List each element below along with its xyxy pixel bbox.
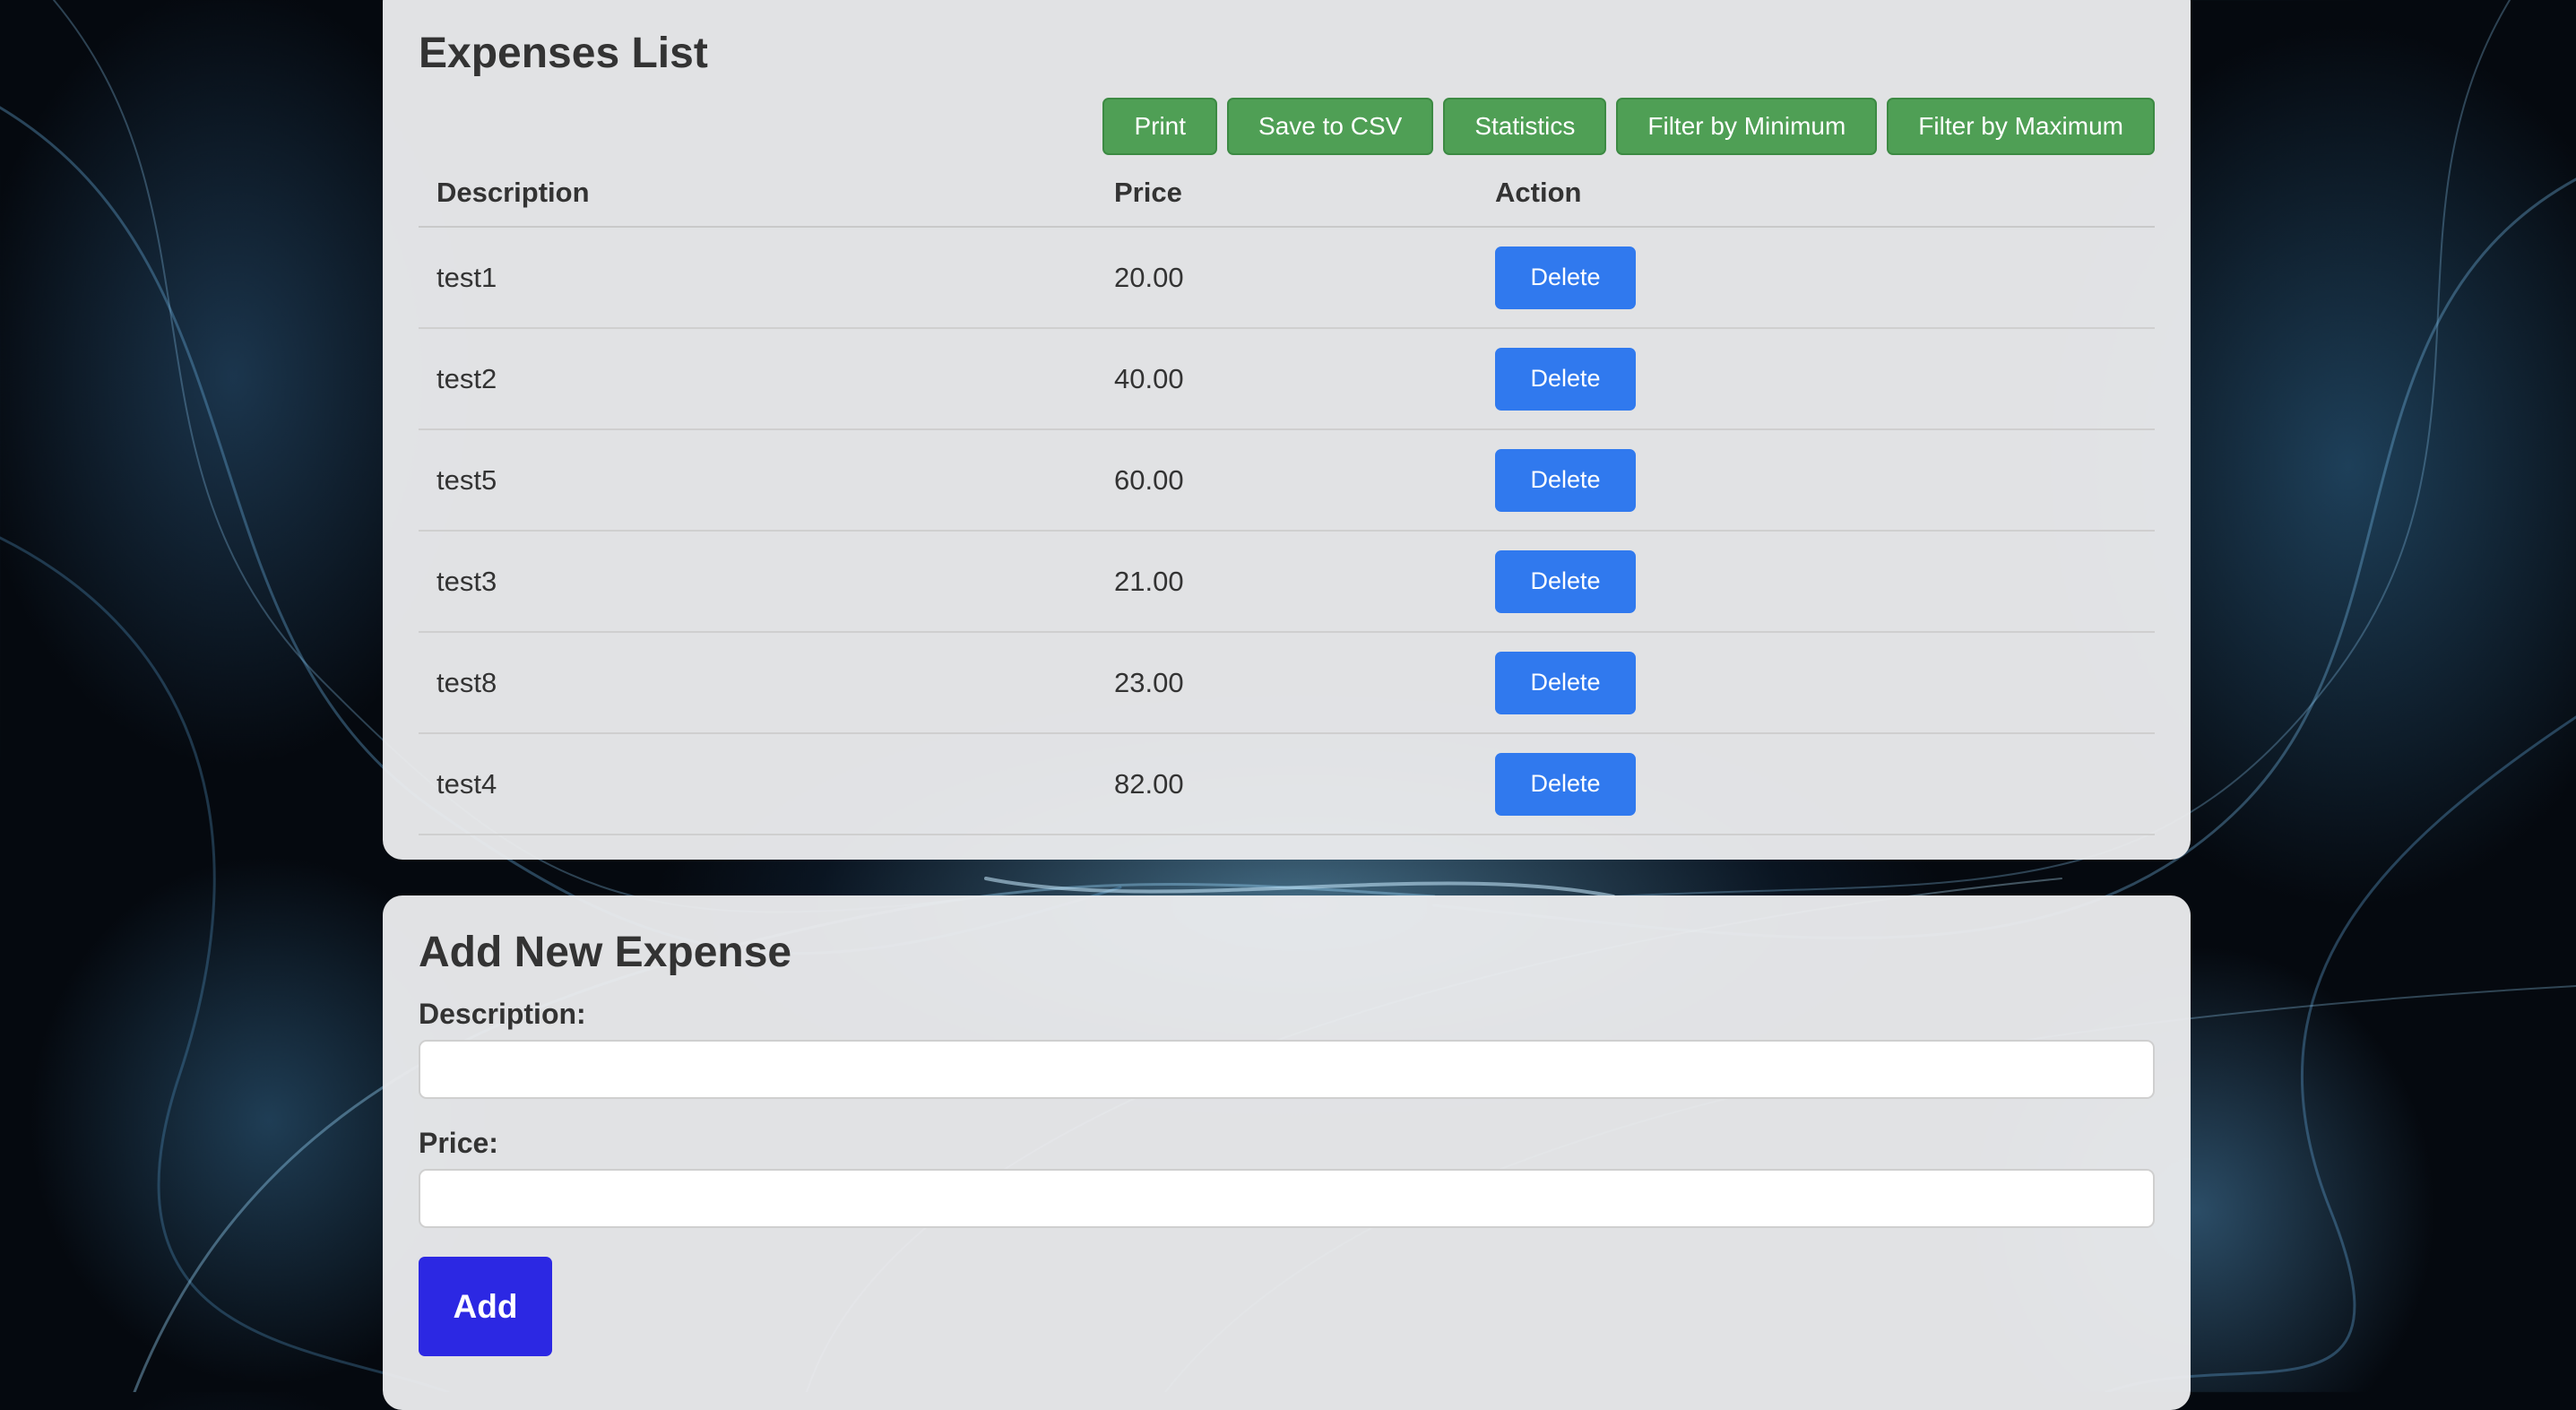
expense-price: 23.00 bbox=[1096, 632, 1477, 734]
expense-description: test5 bbox=[419, 429, 1096, 532]
expenses-table: Description Price Action test1 20.00 Del… bbox=[419, 159, 2155, 835]
column-header-action: Action bbox=[1477, 159, 2155, 228]
add-button[interactable]: Add bbox=[419, 1257, 552, 1356]
expense-description: test3 bbox=[419, 531, 1096, 633]
add-expense-title: Add New Expense bbox=[419, 929, 792, 976]
expense-action-cell: Delete bbox=[1477, 429, 2155, 532]
description-input[interactable] bbox=[419, 1040, 2155, 1099]
delete-button[interactable]: Delete bbox=[1495, 549, 1636, 613]
table-row: test2 40.00 Delete bbox=[419, 328, 2155, 430]
delete-button[interactable]: Delete bbox=[1495, 347, 1636, 411]
filter-by-maximum-button[interactable]: Filter by Maximum bbox=[1887, 98, 2155, 155]
statistics-button[interactable]: Statistics bbox=[1443, 98, 1607, 155]
expense-action-cell: Delete bbox=[1477, 632, 2155, 734]
table-row: test8 23.00 Delete bbox=[419, 632, 2155, 734]
expense-description: test2 bbox=[419, 328, 1096, 430]
expense-price: 82.00 bbox=[1096, 733, 1477, 835]
expense-description: test8 bbox=[419, 632, 1096, 734]
expense-price: 20.00 bbox=[1096, 227, 1477, 329]
table-row: test5 60.00 Delete bbox=[419, 429, 2155, 532]
table-header-row: Description Price Action bbox=[419, 159, 2155, 228]
expenses-list-panel: Expenses List Print Save to CSV Statisti… bbox=[383, 0, 2191, 860]
expense-description: test1 bbox=[419, 227, 1096, 329]
table-row: test3 21.00 Delete bbox=[419, 531, 2155, 633]
description-label: Description: bbox=[419, 998, 586, 1030]
price-input[interactable] bbox=[419, 1169, 2155, 1228]
expense-action-cell: Delete bbox=[1477, 531, 2155, 633]
print-button[interactable]: Print bbox=[1102, 98, 1218, 155]
price-label: Price: bbox=[419, 1127, 498, 1159]
delete-button[interactable]: Delete bbox=[1495, 448, 1636, 512]
expense-price: 60.00 bbox=[1096, 429, 1477, 532]
expense-action-cell: Delete bbox=[1477, 227, 2155, 329]
table-row: test4 82.00 Delete bbox=[419, 733, 2155, 835]
delete-button[interactable]: Delete bbox=[1495, 752, 1636, 816]
expense-action-cell: Delete bbox=[1477, 733, 2155, 835]
column-header-description: Description bbox=[419, 159, 1096, 228]
column-header-price: Price bbox=[1096, 159, 1477, 228]
add-expense-panel: Add New Expense Description: Price: Add bbox=[383, 895, 2191, 1410]
expenses-toolbar: Print Save to CSV Statistics Filter by M… bbox=[1102, 98, 2155, 155]
delete-button[interactable]: Delete bbox=[1495, 651, 1636, 714]
expense-action-cell: Delete bbox=[1477, 328, 2155, 430]
expense-price: 40.00 bbox=[1096, 328, 1477, 430]
expense-description: test4 bbox=[419, 733, 1096, 835]
delete-button[interactable]: Delete bbox=[1495, 246, 1636, 309]
filter-by-minimum-button[interactable]: Filter by Minimum bbox=[1616, 98, 1878, 155]
expense-price: 21.00 bbox=[1096, 531, 1477, 633]
table-row: test1 20.00 Delete bbox=[419, 227, 2155, 329]
save-to-csv-button[interactable]: Save to CSV bbox=[1227, 98, 1434, 155]
expenses-list-title: Expenses List bbox=[419, 30, 708, 77]
